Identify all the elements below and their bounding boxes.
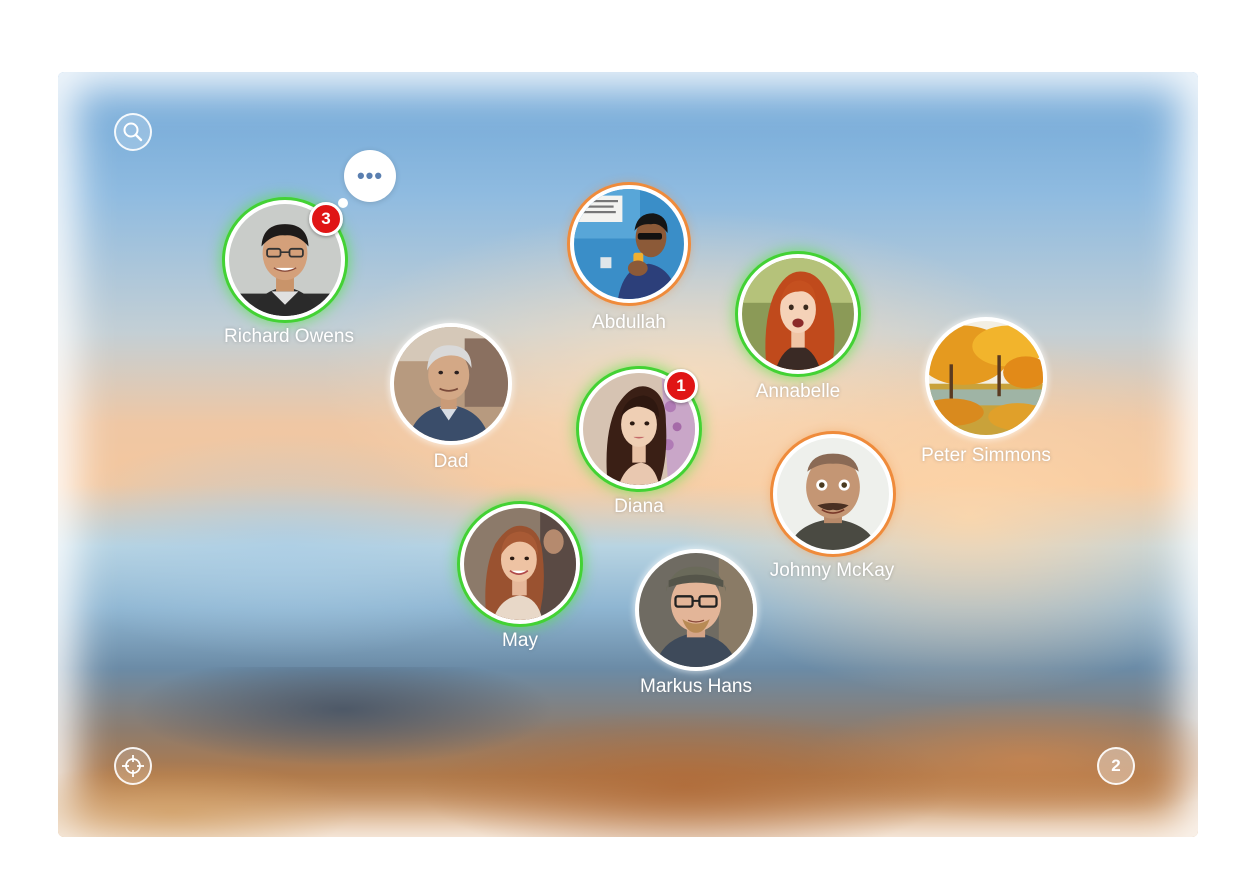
contact-name-johnny-mckay: Johnny McKay xyxy=(769,560,895,581)
person-photo xyxy=(742,258,854,370)
person-photo xyxy=(777,438,889,550)
person-photo xyxy=(394,327,508,441)
contact-name-may: May xyxy=(502,630,538,651)
landscape-photo xyxy=(929,321,1043,435)
locate-button[interactable] xyxy=(114,747,152,785)
page-count-button[interactable]: 2 xyxy=(1097,747,1135,785)
contact-name-annabelle: Annabelle xyxy=(755,381,841,402)
more-options-label: ••• xyxy=(356,163,384,188)
crosshair-icon xyxy=(122,755,144,777)
avatar-peter-simmons[interactable] xyxy=(925,317,1047,439)
unread-badge-diana: 1 xyxy=(664,369,698,403)
contact-name-richard-owens: Richard Owens xyxy=(224,326,354,347)
person-photo xyxy=(639,553,753,667)
avatar-abdullah[interactable] xyxy=(570,185,688,303)
avatar-dad[interactable] xyxy=(390,323,512,445)
avatar-markus-hans[interactable] xyxy=(635,549,757,671)
contacts-bubble-view: 2 ••• 3 Richard Owens Abdullah Annabelle… xyxy=(58,72,1198,837)
page-count-label: 2 xyxy=(1111,756,1121,775)
unread-badge-richard-owens: 3 xyxy=(309,202,343,236)
bubble-tail-dot xyxy=(338,198,348,208)
avatar-may[interactable] xyxy=(460,504,580,624)
contact-name-diana: Diana xyxy=(614,496,664,517)
contact-name-dad: Dad xyxy=(433,451,469,472)
person-photo xyxy=(574,189,684,299)
contact-name-markus-hans: Markus Hans xyxy=(640,676,752,697)
search-icon xyxy=(123,122,143,142)
contact-name-abdullah: Abdullah xyxy=(592,312,666,333)
background-landscape xyxy=(58,667,1198,837)
contact-name-peter-simmons: Peter Simmons xyxy=(921,445,1051,466)
person-photo xyxy=(464,508,576,620)
avatar-annabelle[interactable] xyxy=(738,254,858,374)
search-button[interactable] xyxy=(114,113,152,151)
more-options-bubble[interactable]: ••• xyxy=(344,150,396,202)
avatar-johnny-mckay[interactable] xyxy=(773,434,893,554)
